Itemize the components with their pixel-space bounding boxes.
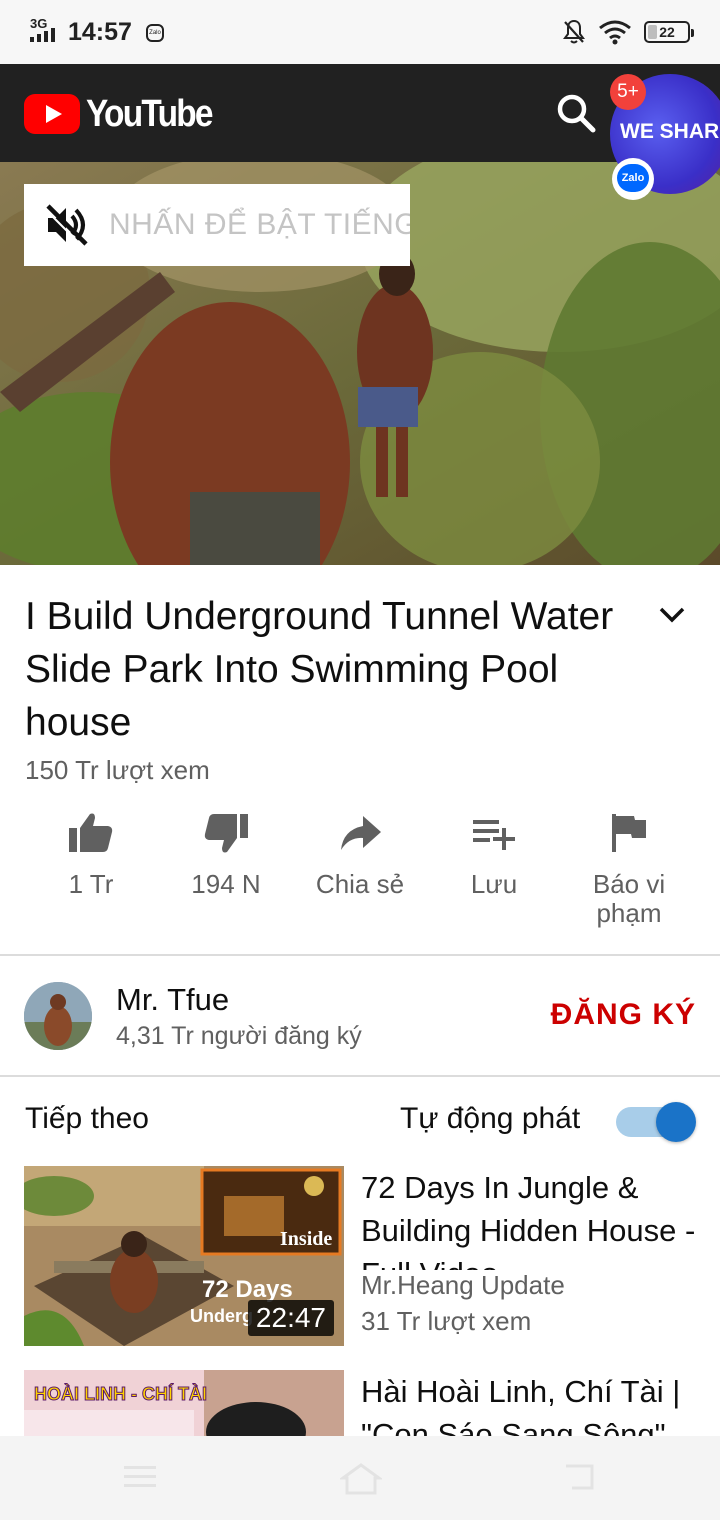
back-icon[interactable]: [562, 1462, 598, 1492]
zalo-icon: Zalo: [146, 24, 164, 42]
thumbs-up-icon: [69, 813, 113, 852]
notifications-off-icon: [563, 19, 585, 44]
thumbnail-text: HOÀI LINH - CHÍ TÀI: [34, 1384, 208, 1405]
bubble-text: WE SHARE: [620, 120, 720, 143]
video-duration: 22:47: [247, 1300, 334, 1336]
subscriber-count: 4,31 Tr người đăng ký: [116, 1022, 362, 1050]
divider: [0, 1075, 720, 1077]
search-icon[interactable]: [553, 90, 599, 136]
video-title: I Build Underground Tunnel Water Slide P…: [25, 595, 614, 744]
youtube-logo-icon[interactable]: [24, 94, 80, 134]
thumbnail-text: Underg: [190, 1306, 253, 1326]
wifi-icon: [599, 20, 631, 45]
signal-icon: [30, 28, 60, 42]
channel-name[interactable]: Mr. Tfue: [116, 982, 229, 1018]
zalo-badge-icon: Zalo: [612, 158, 654, 200]
thumbnail-text: Inside: [280, 1228, 333, 1250]
chevron-down-icon[interactable]: [654, 597, 690, 633]
thumbs-down-icon: [204, 814, 248, 853]
up-next-title[interactable]: Hài Hoài Linh, Chí Tài | "Con Sáo Sang S…: [361, 1370, 701, 1436]
battery-icon: 22: [644, 21, 694, 43]
home-icon[interactable]: [340, 1462, 382, 1496]
status-bar: 3G 14:57 Zalo 22: [0, 0, 720, 64]
flag-icon: [612, 814, 646, 852]
system-nav-bar: [0, 1436, 720, 1520]
channel-avatar[interactable]: [24, 982, 92, 1050]
unmute-label: NHẤN ĐỂ BẬT TIẾNG: [109, 208, 410, 241]
autoplay-label: Tự động phát: [400, 1102, 581, 1135]
up-next-heading: Tiếp theo: [25, 1102, 149, 1135]
save-button[interactable]: Lưu: [429, 808, 559, 899]
list-item[interactable]: Inside 72 Days Underg 22:47 72 Days In J…: [0, 1166, 720, 1348]
status-icons: 22: [562, 17, 694, 47]
view-count: 150 Tr lượt xem: [25, 755, 210, 785]
clock: 14:57: [68, 18, 132, 46]
like-count: 1 Tr: [68, 869, 114, 899]
up-next-views: 31 Tr lượt xem: [361, 1306, 532, 1336]
divider: [0, 954, 720, 956]
battery-percent: 22: [659, 24, 675, 40]
like-button[interactable]: 1 Tr: [26, 808, 156, 899]
autoplay-toggle[interactable]: [616, 1102, 696, 1142]
youtube-wordmark[interactable]: YouTube: [86, 93, 214, 136]
report-label: Báo vi phạm: [592, 869, 666, 928]
share-button[interactable]: Chia sẻ: [295, 808, 425, 899]
bubble-badge: 5+: [610, 74, 646, 110]
dislike-count: 194 N: [191, 869, 261, 899]
video-player[interactable]: NHẤN ĐỂ BẬT TIẾNG: [0, 162, 720, 565]
menu-icon[interactable]: [122, 1462, 158, 1492]
dislike-button[interactable]: 194 N: [161, 808, 291, 899]
unmute-button[interactable]: NHẤN ĐỂ BẬT TIẾNG: [24, 184, 410, 266]
playlist-add-icon: [473, 820, 515, 850]
share-icon: [341, 816, 381, 850]
up-next-title[interactable]: 72 Days In Jungle & Building Hidden Hous…: [361, 1166, 701, 1270]
volume-off-icon: [45, 204, 88, 247]
action-row: 1 Tr 194 N Chia sẻ Lưu Báo vi phạm: [0, 808, 720, 944]
up-next-channel: Mr.Heang Update: [361, 1270, 565, 1300]
subscribe-button[interactable]: ĐĂNG KÝ: [551, 998, 696, 1032]
share-label: Chia sẻ: [315, 869, 405, 899]
save-label: Lưu: [470, 869, 518, 899]
report-button[interactable]: Báo vi phạm: [564, 808, 694, 928]
video-thumbnail[interactable]: Inside 72 Days Underg 22:47: [24, 1166, 344, 1346]
